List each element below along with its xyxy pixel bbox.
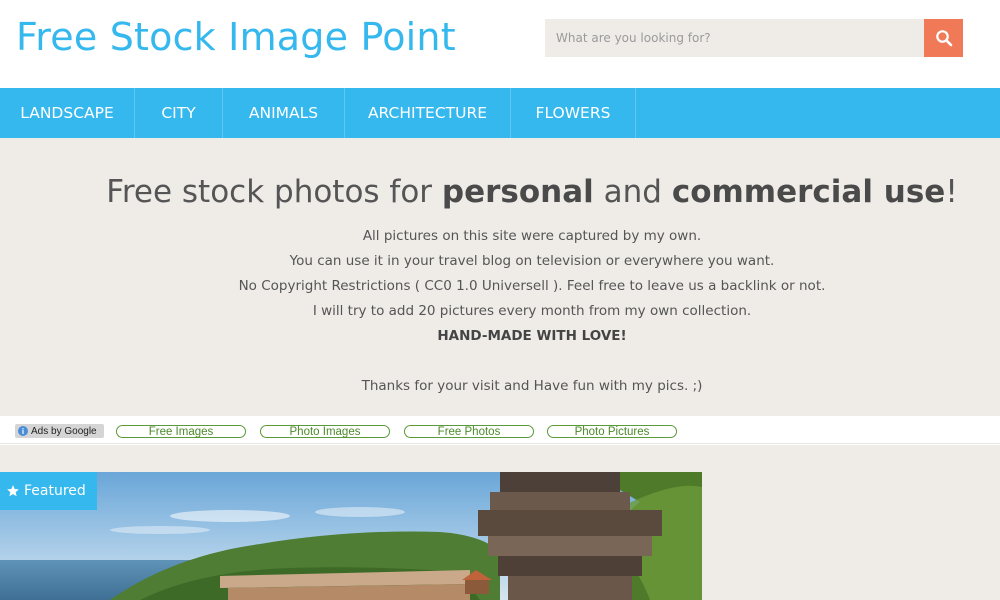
hero-title-pre: Free stock photos for [106, 174, 442, 210]
ads-bar: i Ads by Google Free Images Photo Images… [0, 416, 1000, 444]
search-form [545, 19, 963, 57]
ads-by-google-label[interactable]: i Ads by Google [15, 424, 104, 438]
ads-label-text: Ads by Google [31, 425, 97, 437]
hero-spacer [64, 349, 1000, 374]
hero-line: No Copyright Restrictions ( CC0 1.0 Univ… [238, 278, 826, 294]
hero-description: All pictures on this site were captured … [0, 224, 1000, 399]
site-title[interactable]: Free Stock Image Point [16, 12, 456, 62]
hero-title-commercial: commercial use [671, 174, 946, 210]
nav-item-city[interactable]: CITY [135, 88, 223, 138]
nav-item-landscape[interactable]: LANDSCAPE [0, 88, 135, 138]
ad-link-free-images[interactable]: Free Images [116, 425, 246, 438]
featured-photo [0, 472, 702, 600]
ad-link-photo-images[interactable]: Photo Images [260, 425, 390, 438]
hero-thanks: Thanks for your visit and Have fun with … [361, 378, 703, 394]
featured-badge-label: Featured [24, 483, 86, 499]
main-nav: LANDSCAPE CITY ANIMALS ARCHITECTURE FLOW… [0, 88, 1000, 138]
info-icon: i [18, 426, 28, 436]
ad-link-free-photos[interactable]: Free Photos [404, 425, 534, 438]
hero-strong-line: HAND-MADE WITH LOVE! [437, 328, 627, 344]
search-icon [935, 30, 952, 47]
featured-badge[interactable]: Featured [0, 472, 97, 510]
search-input[interactable] [545, 19, 924, 57]
nav-item-architecture[interactable]: ARCHITECTURE [345, 88, 511, 138]
nav-item-animals[interactable]: ANIMALS [223, 88, 345, 138]
site-header: Free Stock Image Point [0, 0, 1000, 88]
hero-line: I will try to add 20 pictures every mont… [312, 303, 752, 319]
star-icon [7, 485, 19, 497]
hero-line: You can use it in your travel blog on te… [289, 253, 775, 269]
hero-title-end: ! [945, 174, 958, 210]
hero-title-mid: and [593, 174, 672, 210]
hero-section: Free stock photos for personal and comme… [0, 138, 1000, 416]
hero-line: All pictures on this site were captured … [362, 228, 702, 244]
ad-link-photo-pictures[interactable]: Photo Pictures [547, 425, 677, 438]
hero-title: Free stock photos for personal and comme… [0, 172, 1000, 212]
search-button[interactable] [924, 19, 963, 57]
nav-item-flowers[interactable]: FLOWERS [511, 88, 636, 138]
featured-image[interactable] [0, 472, 702, 600]
hero-title-personal: personal [441, 174, 594, 210]
